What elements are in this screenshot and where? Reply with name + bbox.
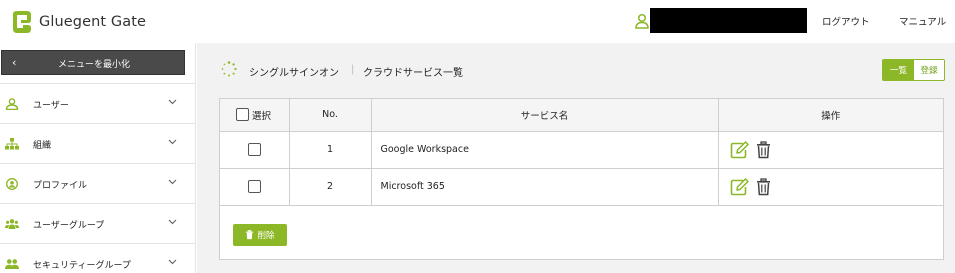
security-group-icon — [5, 259, 19, 269]
row-checkbox[interactable] — [247, 143, 261, 156]
delete-button-label: 削除 — [257, 231, 275, 241]
view-toggle: 一覧 登録 — [882, 59, 945, 81]
edit-icon[interactable] — [730, 140, 749, 159]
logout-link[interactable]: ログアウト — [822, 14, 870, 28]
sidebar: ‹ メニューを最小化 ユーザー 組織 プロファイル ユーザーグループ セキュリテ… — [0, 43, 196, 273]
sidebar-item-user-group[interactable]: ユーザーグループ — [0, 204, 196, 244]
minimize-menu-button[interactable]: ‹ メニューを最小化 — [1, 50, 185, 75]
profile-icon — [6, 178, 18, 190]
list-view-button[interactable]: 一覧 — [883, 60, 914, 80]
user-group-icon — [5, 219, 19, 229]
app-title: Gluegent Gate — [39, 14, 147, 30]
page-title: クラウドサービス一覧 — [363, 68, 463, 79]
edit-icon[interactable] — [730, 177, 749, 196]
sidebar-item-label: プロファイル — [33, 181, 88, 191]
row-operations — [717, 167, 943, 206]
delete-button[interactable]: 削除 — [233, 224, 287, 246]
main-content: シングルサインオン | クラウドサービス一覧 一覧 登録 選択 No. サービス… — [197, 43, 955, 273]
chevron-down-icon — [168, 139, 177, 145]
sidebar-item-label: ユーザーグループ — [33, 221, 105, 231]
gluegent-logo-icon — [13, 11, 31, 33]
trash-icon[interactable] — [756, 177, 771, 196]
sidebar-item-label: セキュリティーグループ — [33, 261, 131, 271]
chevron-down-icon — [168, 259, 177, 265]
breadcrumb-separator: | — [351, 64, 355, 75]
table-row: 2 Microsoft 365 — [220, 167, 943, 206]
top-header: Gluegent Gate ログアウト マニュアル — [0, 0, 955, 43]
chevron-down-icon — [168, 179, 177, 185]
sidebar-item-users[interactable]: ユーザー — [0, 84, 196, 124]
chevron-down-icon — [168, 219, 177, 225]
app-logo[interactable]: Gluegent Gate — [9, 10, 146, 34]
select-all-checkbox[interactable] — [236, 108, 249, 122]
sidebar-item-security-group[interactable]: セキュリティーグループ — [0, 244, 196, 273]
row-number: 2 — [288, 167, 372, 206]
row-checkbox[interactable] — [247, 180, 261, 193]
table-header-row: 選択 No. サービス名 操作 — [220, 99, 943, 132]
row-operations — [717, 130, 943, 169]
sidebar-item-label: 組織 — [33, 141, 52, 151]
sidebar-item-organization[interactable]: 組織 — [0, 124, 196, 164]
table-row: 1 Google Workspace — [220, 130, 943, 169]
service-list-panel: 選択 No. サービス名 操作 1 Google Workspace 2 Mic… — [219, 98, 944, 260]
register-button[interactable]: 登録 — [914, 60, 944, 80]
row-select-cell — [220, 167, 290, 206]
service-name: Microsoft 365 — [370, 167, 719, 206]
sidebar-item-label: ユーザー — [33, 101, 69, 111]
row-select-cell — [220, 130, 290, 169]
org-chart-icon — [5, 138, 19, 150]
no-column-header: No. — [288, 99, 372, 132]
trash-icon[interactable] — [756, 140, 771, 159]
select-column-header: 選択 — [220, 99, 290, 132]
loading-spinner-icon — [221, 61, 237, 77]
trash-icon — [246, 230, 254, 240]
service-name: Google Workspace — [370, 130, 719, 169]
service-name-column-header: サービス名 — [370, 99, 719, 132]
row-number: 1 — [288, 130, 372, 169]
operation-column-header: 操作 — [717, 99, 943, 132]
minimize-menu-label: メニューを最小化 — [57, 60, 130, 70]
breadcrumb-section[interactable]: シングルサインオン — [249, 64, 339, 79]
service-table: 選択 No. サービス名 操作 1 Google Workspace 2 Mic… — [220, 99, 943, 206]
select-header-label: 選択 — [252, 110, 272, 122]
user-icon — [5, 98, 19, 110]
sidebar-item-profile[interactable]: プロファイル — [0, 164, 196, 204]
user-icon — [635, 13, 649, 29]
user-name-redacted — [650, 8, 807, 33]
manual-link[interactable]: マニュアル — [899, 14, 946, 28]
chevron-down-icon — [168, 99, 177, 105]
